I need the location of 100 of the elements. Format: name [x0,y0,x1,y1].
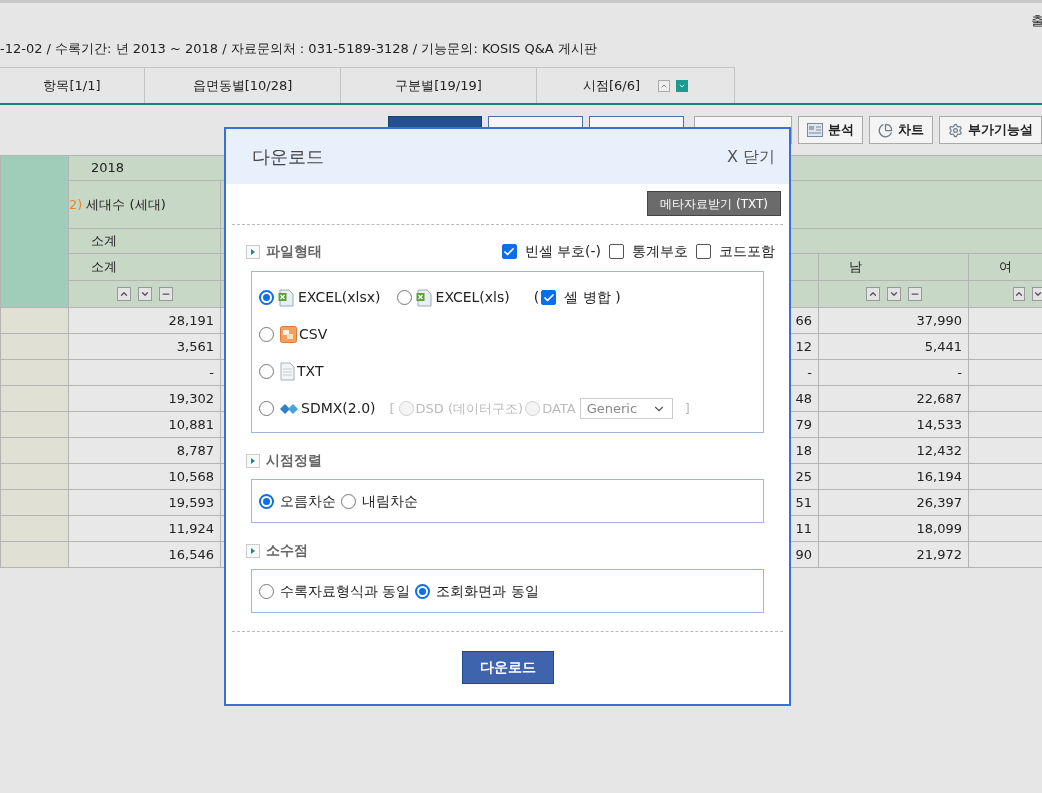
toolbar-button[interactable]: 차트 [869,116,933,144]
sort-up-button[interactable] [1013,287,1025,301]
radio-button[interactable] [259,290,274,305]
table-cell: - [807,364,812,380]
table-cell: 12,432 [916,442,962,458]
table-cell: - [209,364,214,380]
sort-up-button[interactable] [116,287,131,301]
table-cell: 25 [795,468,812,484]
table-cell: 11 [795,520,812,536]
tab[interactable]: 시점[6/6] [537,67,735,103]
text-file-icon [280,362,295,381]
caret-up-icon [118,289,129,299]
format-label: EXCEL(xlsx) [298,288,381,307]
caret-up-icon [1014,289,1024,299]
sort-down-button[interactable] [1032,287,1042,301]
table-cell: 18 [795,442,812,458]
column-header: 남 [849,259,862,275]
tab[interactable]: 구분별[19/19] [341,67,537,103]
table-cell: 12 [795,338,812,354]
bracket-text: [ [389,399,395,418]
table-cell: 10,881 [168,416,214,432]
table-cell: 14,533 [916,416,962,432]
radio-button[interactable] [396,290,412,305]
spreadsheet-file-icon [415,288,432,307]
caret-down-icon [139,289,150,299]
measure-header: 2) 세대수 (세대) [69,196,166,212]
caret-up-icon [867,289,878,299]
sort-up-button[interactable] [865,287,880,301]
radio-button[interactable] [259,401,274,416]
table-cell: 10,568 [168,468,214,484]
checkbox-label: 셀 병합 ) [564,288,621,307]
caret-down-icon [888,289,899,299]
radio-label: 오름차순 [280,491,336,511]
section-title: 소수점 [266,541,308,560]
subtotal-header: 소계 [91,233,117,249]
table-cell: 37,990 [916,312,962,328]
radio-label: 내림차순 [362,491,418,511]
sort-down-button[interactable] [886,287,901,301]
tab[interactable]: 읍면동별[10/28] [145,67,341,103]
checkbox-label: 코드포함 [719,242,775,261]
table-cell: 19,302 [168,390,214,406]
radio-button[interactable] [341,493,356,509]
option-label: DATA [542,399,576,418]
table-cell: 16,194 [916,468,962,484]
toolbar-button[interactable]: 분석 [798,116,863,144]
radio-button[interactable] [415,583,431,599]
radio-button[interactable] [259,327,274,342]
checkbox[interactable] [609,244,624,259]
table-cell: 79 [795,416,812,432]
table-cell: 8,787 [176,442,214,458]
bracket-text: ] [684,399,690,418]
settings-icon [948,122,963,138]
year-header: 2018 [91,160,125,176]
scroll-down-button[interactable] [676,79,689,92]
table-cell: 18,099 [916,520,962,536]
format-label: SDMX(2.0) [301,399,376,418]
radio-button[interactable] [259,583,274,599]
csv-file-icon [280,326,297,343]
scroll-up-button[interactable] [658,79,671,92]
download-button[interactable]: 다운로드 [461,651,554,684]
checkbox[interactable] [501,244,517,259]
subtotal-header: 소계 [91,259,117,275]
format-label: EXCEL(xls) [435,288,510,307]
toolbar-button[interactable]: 부가기능설 [939,116,1042,144]
column-header: 여 [999,259,1012,275]
table-cell: 19,593 [168,494,214,510]
sort-down-button[interactable] [137,287,152,301]
close-button[interactable]: X 닫기 [726,144,775,169]
table-cell: 22,687 [916,390,962,406]
format-select[interactable]: Generic [579,398,673,419]
collapse-button[interactable] [907,287,922,301]
radio-button[interactable] [259,493,274,509]
table-cell: 16,546 [168,546,214,562]
format-label: TXT [297,362,324,381]
table-cell: 3,561 [176,338,214,354]
window-icon [807,123,823,137]
metadata-button[interactable]: 메타자료받기 (TXT) [647,191,781,216]
table-cell: 90 [795,546,812,562]
radio-button[interactable] [259,364,274,379]
table-cell: 51 [795,494,812,510]
tab[interactable]: 항목[1/1] [0,67,145,103]
section-title: 시점정렬 [266,451,322,470]
checkbox[interactable] [541,290,557,305]
radio-label: 수록자료형식과 동일 [280,581,411,601]
info-text: -12-02 / 수록기간: 년 2013 ~ 2018 / 자료문의처 : 031-5189-3128 / 기능문의: KOSIS Q&A 게시판 [0,40,597,59]
caret-down-icon [1033,289,1042,299]
format-label: CSV [299,325,328,344]
table-cell: 48 [795,390,812,406]
radio-label: 조회화면과 동일 [436,581,539,601]
table-cell: 28,191 [168,312,214,328]
checkbox-label: 빈셀 부호(-) [524,242,601,261]
diamond-logo-icon [280,402,299,415]
section-title: 파일형태 [266,242,322,261]
checkbox-label: 통계부호 [632,242,688,261]
table-cell: 11,924 [168,520,214,536]
collapse-button[interactable] [158,287,173,301]
table-cell: 21,972 [916,546,962,562]
checkbox[interactable] [696,244,711,259]
table-cell: 66 [795,312,812,328]
dialog-title: 다운로드 [252,145,324,169]
